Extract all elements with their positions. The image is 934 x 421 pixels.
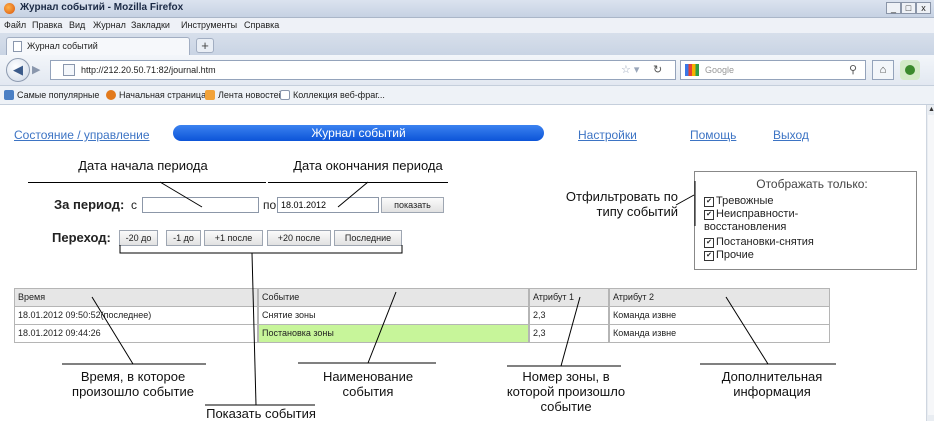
- annotation-show-events: Показать события: [206, 406, 316, 421]
- callout-zone: [560, 296, 581, 367]
- annotation-zone-number: Номер зоны, в которой произошло событие: [506, 369, 626, 414]
- annotation-event-name: Наименование события: [322, 369, 414, 399]
- callout-show-events: [251, 252, 257, 406]
- callout-filter: [675, 194, 695, 206]
- show-events-bracket: [119, 245, 403, 254]
- callout-start-date: [159, 181, 203, 208]
- annotation-extra-info: Дополнительная информация: [721, 369, 823, 399]
- callout-event: [367, 291, 397, 364]
- callout-end-date: [337, 181, 369, 208]
- callout-lines: [62, 181, 836, 406]
- callout-extra: [725, 296, 769, 365]
- annotation-time: Время, в которое произошло событие: [72, 369, 194, 399]
- callout-time: [91, 296, 134, 365]
